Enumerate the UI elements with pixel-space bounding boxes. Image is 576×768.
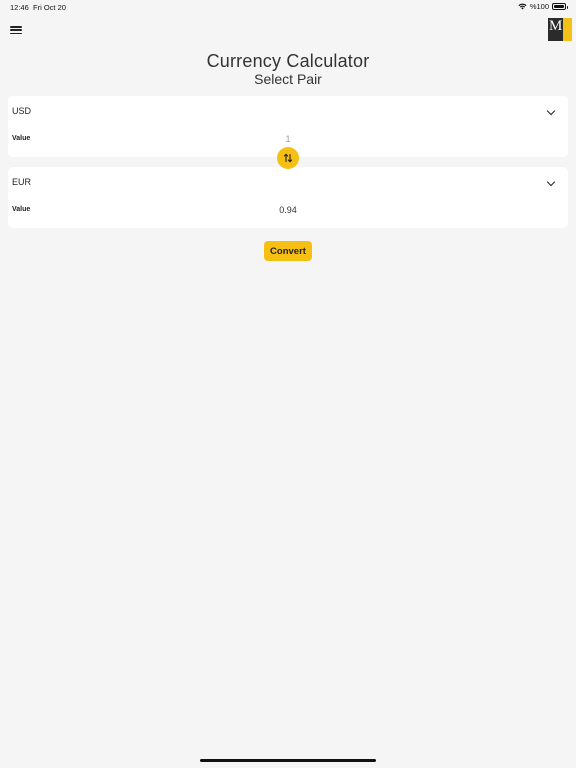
battery-icon (552, 3, 568, 10)
page-subtitle: Select Pair (254, 71, 322, 87)
chevron-down-icon (546, 106, 556, 116)
to-currency-select[interactable]: EUR (8, 167, 568, 197)
page-title: Currency Calculator (206, 51, 370, 71)
status-bar: 12:46 Fri Oct 20 %100 (0, 0, 576, 14)
from-value-input[interactable] (208, 130, 368, 148)
app-logo: M (548, 18, 572, 41)
swap-arrows-icon (283, 153, 293, 163)
to-currency-card: EUR Value 0.94 (8, 167, 568, 228)
to-currency-code: EUR (12, 177, 32, 187)
from-currency-code: USD (12, 106, 32, 116)
convert-button[interactable]: Convert (264, 241, 312, 261)
from-currency-select[interactable]: USD (8, 96, 568, 126)
home-indicator[interactable] (200, 759, 376, 762)
wifi-icon (518, 3, 527, 10)
chevron-down-icon (546, 177, 556, 187)
status-indicators: %100 (518, 2, 568, 11)
status-time: 12:46 (10, 3, 29, 12)
to-value-output: 0.94 (279, 205, 297, 215)
logo-letter: M (549, 18, 563, 34)
to-value-label: Value (12, 206, 31, 213)
swap-button[interactable] (277, 147, 299, 169)
status-date: Fri Oct 20 (33, 3, 66, 12)
from-value-label: Value (12, 135, 31, 142)
hamburger-menu-icon[interactable] (10, 24, 22, 36)
battery-percentage: %100 (529, 2, 549, 11)
